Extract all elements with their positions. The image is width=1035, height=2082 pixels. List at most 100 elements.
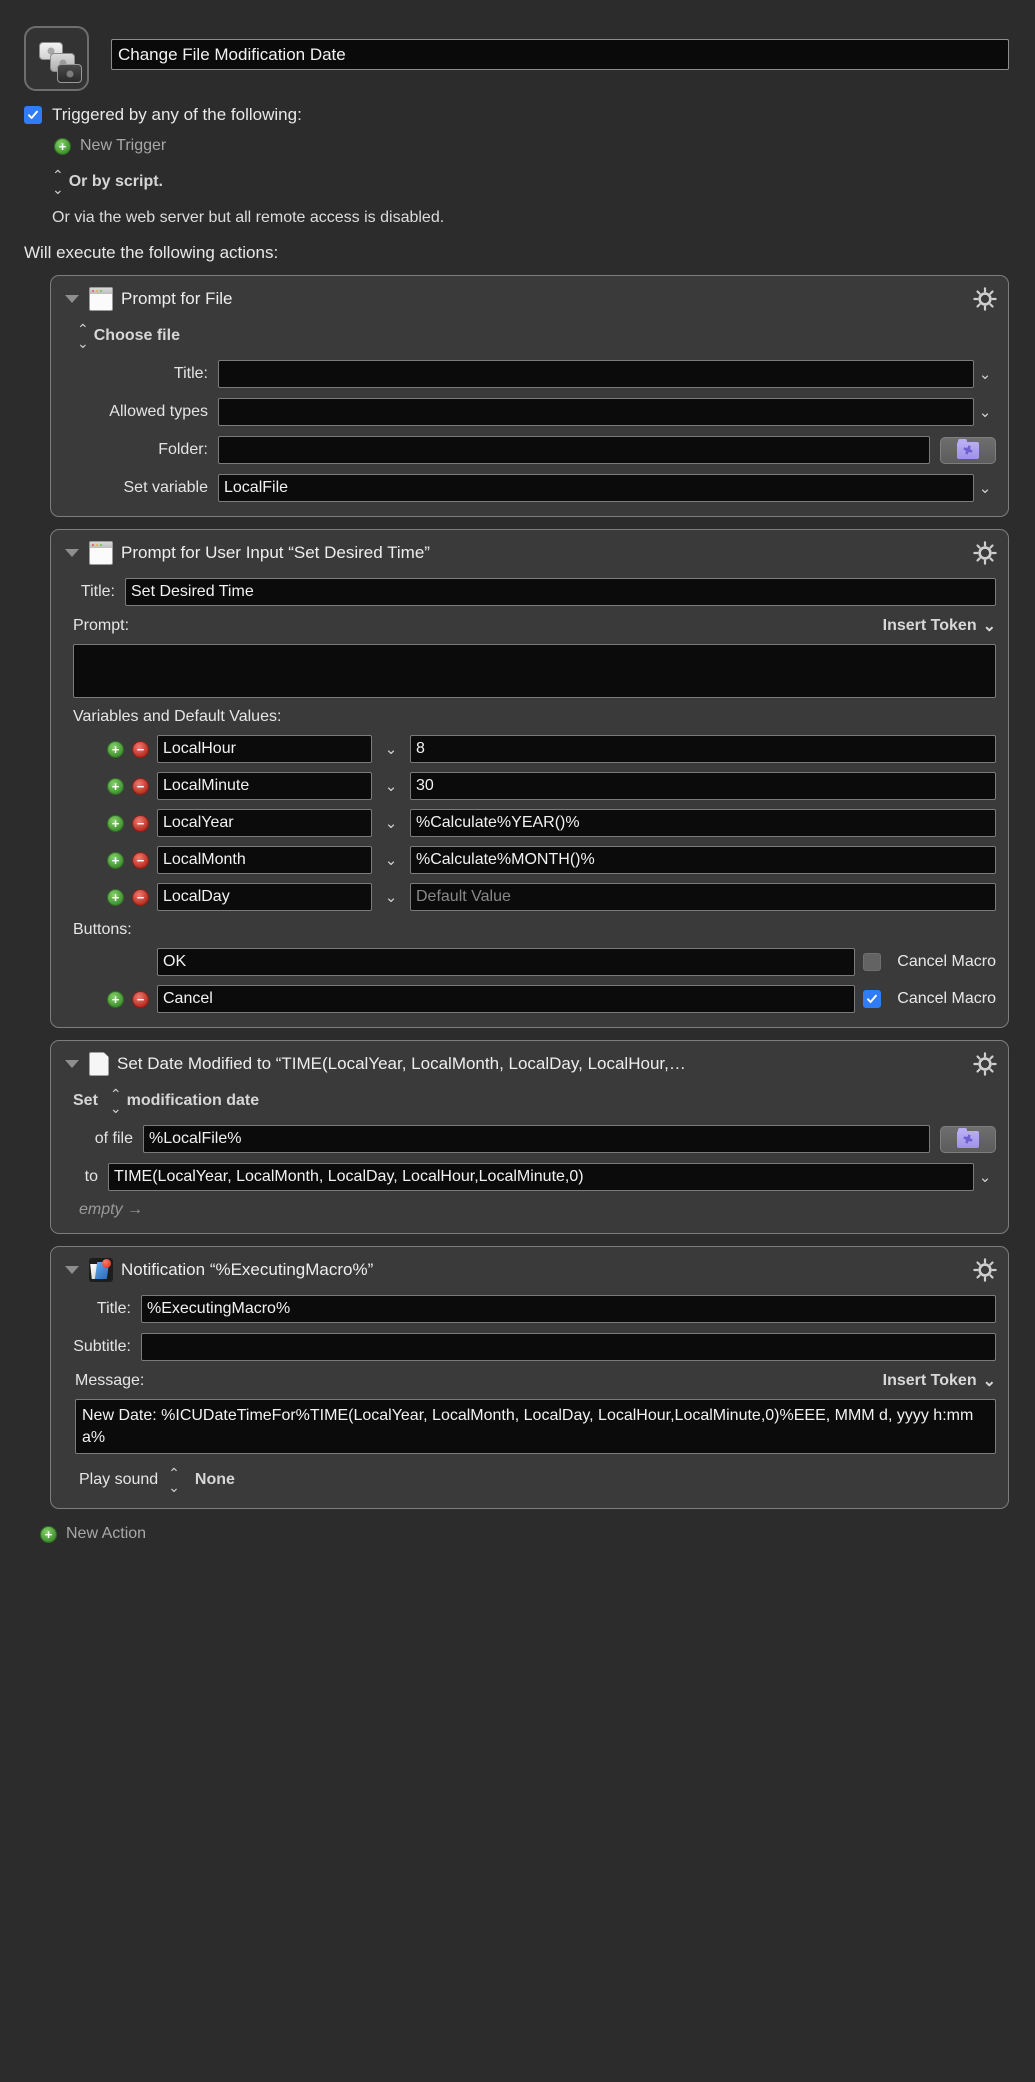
variable-default-input[interactable]: %Calculate%YEAR()% [410, 809, 996, 837]
variable-name-input[interactable]: LocalYear [157, 809, 372, 837]
triggered-by-checkbox[interactable] [24, 106, 42, 124]
action-prompt-for-user-input[interactable]: Prompt for User Input “Set Desired Time”… [50, 529, 1009, 1028]
disclosure-triangle-icon[interactable] [65, 1060, 79, 1068]
gear-icon[interactable] [972, 540, 998, 566]
updown-chevron-icon: ⌃ ⌄ [77, 321, 89, 351]
allowed-types-input[interactable] [218, 398, 974, 426]
action-prompt-for-file[interactable]: Prompt for File ⌃ ⌄ Choose file Title: ⌄… [50, 275, 1009, 517]
gear-icon[interactable] [972, 286, 998, 312]
variable-default-input[interactable]: 30 [410, 772, 996, 800]
insert-token-button[interactable]: Insert Token ⌄ [883, 616, 996, 636]
chevron-down-icon[interactable]: ⌄ [974, 481, 996, 496]
prompt-textarea[interactable] [73, 644, 996, 698]
add-variable-button[interactable]: + [107, 814, 124, 832]
variable-default-input[interactable]: 8 [410, 735, 996, 763]
chevron-down-icon[interactable]: ⌄ [380, 890, 402, 905]
chevron-down-icon[interactable]: ⌄ [974, 405, 996, 420]
variable-name-input[interactable]: LocalHour [157, 735, 372, 763]
folder-gear-button[interactable] [940, 1125, 996, 1153]
action-header: Notification “%ExecutingMacro%” [63, 1257, 996, 1283]
modification-date-popup[interactable]: modification date [127, 1092, 259, 1110]
add-variable-button[interactable]: + [107, 851, 124, 869]
macro-group-keys-icon[interactable] [24, 26, 89, 91]
macro-name-input[interactable]: Change File Modification Date [111, 39, 1009, 70]
set-variable-label: Set variable [123, 479, 209, 496]
button-row: + − Cancel Cancel Macro [63, 985, 996, 1013]
new-trigger-button[interactable]: + New Trigger [24, 137, 1011, 155]
chevron-down-icon: ⌄ [982, 618, 996, 635]
cancel-macro-checkbox[interactable] [863, 990, 882, 1008]
variables-header: Variables and Default Values: [63, 708, 996, 726]
insert-token-label: Insert Token [882, 1372, 977, 1389]
title-input[interactable] [218, 360, 974, 388]
variable-row: + − LocalYear ⌄ %Calculate%YEAR()% [63, 809, 996, 837]
chevron-down-icon[interactable]: ⌄ [380, 742, 402, 757]
window-prompt-icon [89, 287, 113, 311]
add-button-button[interactable]: + [107, 990, 124, 1008]
subtitle-input[interactable] [141, 1333, 996, 1361]
remove-variable-button[interactable]: − [132, 888, 149, 906]
remove-variable-button[interactable]: − [132, 814, 149, 832]
variable-default-input[interactable]: Default Value [410, 883, 996, 911]
buttons-label: Buttons: [73, 921, 132, 938]
variable-name-input[interactable]: LocalMonth [157, 846, 372, 874]
action-notification[interactable]: Notification “%ExecutingMacro%” Title: %… [50, 1246, 1009, 1510]
add-variable-button[interactable]: + [107, 777, 124, 795]
chevron-down-icon[interactable]: ⌄ [974, 1170, 996, 1185]
choose-file-popup[interactable]: ⌃ ⌄ Choose file [63, 322, 996, 350]
folder-input[interactable] [218, 436, 930, 464]
remove-variable-button[interactable]: − [132, 851, 149, 869]
chevron-down-icon[interactable]: ⌄ [380, 816, 402, 831]
insert-token-label: Insert Token [882, 617, 977, 634]
updown-chevron-icon: ⌃ ⌄ [168, 1465, 180, 1496]
action-title: Prompt for File [121, 289, 233, 308]
insert-token-button[interactable]: Insert Token ⌄ [883, 1371, 996, 1391]
add-variable-button[interactable]: + [107, 740, 124, 758]
choose-file-label: Choose file [93, 327, 180, 344]
variable-row: + − LocalDay ⌄ Default Value [63, 883, 996, 911]
disclosure-triangle-icon[interactable] [65, 295, 79, 303]
to-row: to TIME(LocalYear, LocalMonth, LocalDay,… [63, 1163, 996, 1191]
action-title: Notification “%ExecutingMacro%” [121, 1260, 374, 1279]
variable-name-input[interactable]: LocalDay [157, 883, 372, 911]
set-variable-input[interactable]: LocalFile [218, 474, 974, 502]
gear-icon[interactable] [972, 1051, 998, 1077]
play-sound-popup[interactable]: None [195, 1471, 235, 1489]
disclosure-triangle-icon[interactable] [65, 1266, 79, 1274]
chevron-down-icon: ⌄ [982, 1373, 996, 1390]
variable-default-input[interactable]: %Calculate%MONTH()% [410, 846, 996, 874]
play-sound-label: Play sound [79, 1471, 159, 1489]
remove-variable-button[interactable]: − [132, 777, 149, 795]
action-set-date-modified[interactable]: Set Date Modified to “TIME(LocalYear, Lo… [50, 1040, 1009, 1234]
to-input[interactable]: TIME(LocalYear, LocalMonth, LocalDay, Lo… [108, 1163, 974, 1191]
button-label-input[interactable]: Cancel [157, 985, 856, 1013]
of-file-input[interactable]: %LocalFile% [143, 1125, 930, 1153]
title-input[interactable]: %ExecutingMacro% [141, 1295, 996, 1323]
remove-button-button[interactable]: − [132, 990, 149, 1008]
or-by-script-button[interactable]: ⌃ ⌄ Or by script. [24, 168, 1011, 196]
new-action-button[interactable]: + New Action [0, 1509, 1035, 1543]
chevron-down-icon[interactable]: ⌄ [380, 779, 402, 794]
remove-variable-button[interactable]: − [132, 740, 149, 758]
variable-row: + − LocalHour ⌄ 8 [63, 735, 996, 763]
button-label-input[interactable]: OK [157, 948, 856, 976]
variables-label: Variables and Default Values: [73, 708, 282, 725]
title-label: Title: [96, 1300, 131, 1317]
title-input[interactable]: Set Desired Time [125, 578, 996, 606]
actions-list: Prompt for File ⌃ ⌄ Choose file Title: ⌄… [0, 275, 1035, 1510]
variable-row: + − LocalMonth ⌄ %Calculate%MONTH()% [63, 846, 996, 874]
cancel-macro-label: Cancel Macro [897, 990, 996, 1007]
chevron-down-icon[interactable]: ⌄ [380, 853, 402, 868]
will-execute-label: Will execute the following actions: [24, 243, 279, 262]
folder-gear-button[interactable] [940, 436, 996, 464]
variable-name-input[interactable]: LocalMinute [157, 772, 372, 800]
cancel-macro-checkbox[interactable] [863, 953, 882, 971]
folder-label: Folder: [158, 441, 208, 458]
chevron-down-icon[interactable]: ⌄ [974, 367, 996, 382]
empty-result-label: empty → [79, 1201, 144, 1218]
disclosure-triangle-icon[interactable] [65, 549, 79, 557]
updown-chevron-icon: ⌃ ⌄ [52, 167, 64, 197]
gear-icon[interactable] [972, 1257, 998, 1283]
add-variable-button[interactable]: + [107, 888, 124, 906]
message-textarea[interactable]: New Date: %ICUDateTimeFor%TIME(LocalYear… [75, 1399, 996, 1455]
